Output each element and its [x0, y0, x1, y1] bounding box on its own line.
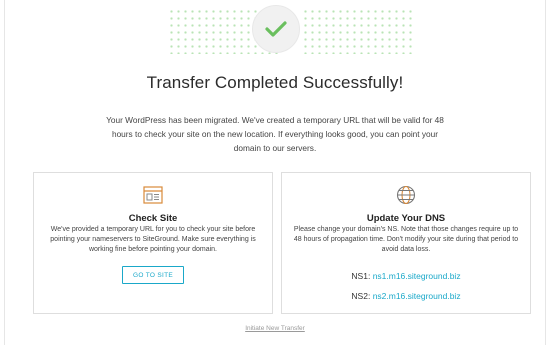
check-site-card: Check Site We've provided a temporary UR…: [33, 172, 273, 314]
ns1-row: NS1: ns1.m16.siteground.biz: [282, 271, 530, 281]
ns2-row: NS2: ns2.m16.siteground.biz: [282, 291, 530, 301]
initiate-new-transfer-link[interactable]: Initiate New Transfer: [0, 325, 550, 332]
decorative-dots-right: [302, 8, 412, 54]
ns2-label: NS2:: [351, 291, 371, 301]
page-title: Transfer Completed Successfully!: [146, 73, 404, 92]
ns1-value: ns1.m16.siteground.biz: [372, 271, 461, 281]
go-to-site-button[interactable]: GO TO SITE: [122, 266, 184, 284]
update-dns-card: Update Your DNS Please change your domai…: [281, 172, 531, 314]
browser-window-icon: [142, 184, 164, 211]
check-site-text: We've provided a temporary URL for you t…: [50, 226, 256, 253]
intro-text: Your WordPress has been migrated. We've …: [106, 115, 444, 153]
globe-icon: [395, 184, 417, 211]
check-site-title: Check Site: [128, 213, 178, 224]
ns1-label: NS1:: [351, 271, 371, 281]
update-dns-title: Update Your DNS: [366, 213, 446, 224]
ns2-value: ns2.m16.siteground.biz: [372, 291, 461, 301]
success-check-icon: [252, 5, 300, 53]
update-dns-text: Please change your domain's NS. Note tha…: [293, 226, 519, 253]
